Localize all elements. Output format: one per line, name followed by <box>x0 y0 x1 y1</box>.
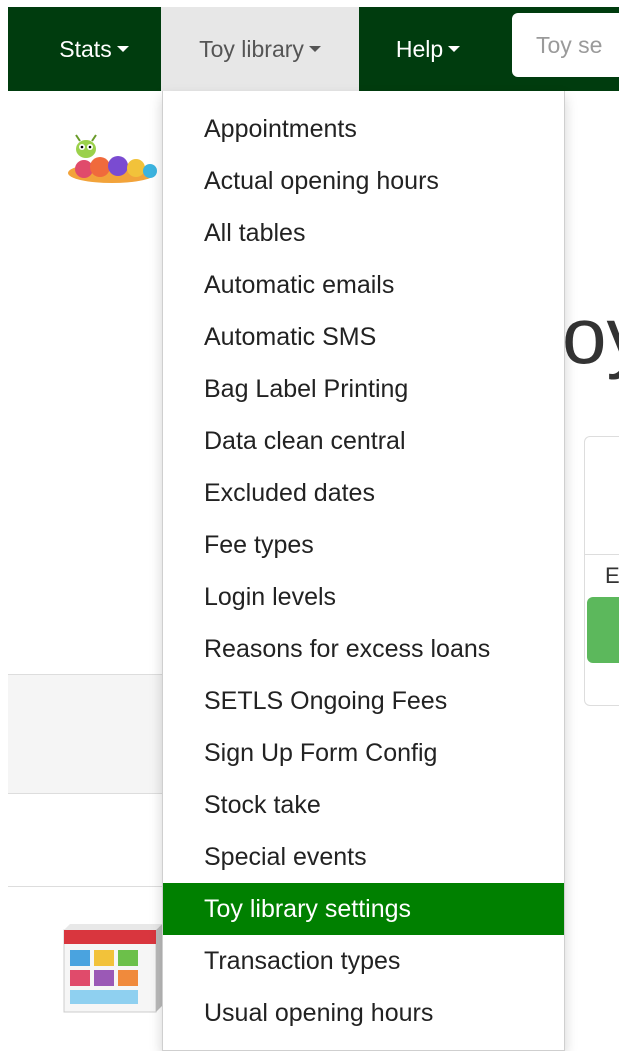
menu-item-bag-label-printing[interactable]: Bag Label Printing <box>163 363 564 415</box>
menu-item-label: Transaction types <box>204 946 401 975</box>
menu-item-label: Fee types <box>204 530 314 559</box>
menu-item-automatic-emails[interactable]: Automatic emails <box>163 259 564 311</box>
menu-item-label: Actual opening hours <box>204 166 439 195</box>
menu-item-label: Data clean central <box>204 426 406 455</box>
nav-stats-label: Stats <box>59 35 112 62</box>
toy-library-dropdown-menu: Appointments Actual opening hours All tabl… <box>162 91 565 1051</box>
nav-help-dropdown[interactable]: Help <box>374 7 482 91</box>
menu-item-data-clean-central[interactable]: Data clean central <box>163 415 564 467</box>
menu-item-label: Automatic emails <box>204 270 395 299</box>
caret-down-icon <box>116 46 129 52</box>
nav-help-label: Help <box>395 35 444 62</box>
menu-item-usual-opening-hours[interactable]: Usual opening hours <box>163 987 564 1039</box>
background-panel: E <box>584 436 619 706</box>
menu-item-label: SETLS Ongoing Fees <box>204 686 448 715</box>
menu-item-label: Bag Label Printing <box>204 374 409 403</box>
menu-item-login-levels[interactable]: Login levels <box>163 571 564 623</box>
menu-item-label: Login levels <box>204 582 337 611</box>
menu-item-transaction-types[interactable]: Transaction types <box>163 935 564 987</box>
panel-text: E <box>605 563 619 588</box>
toy-thumbnail-image[interactable] <box>58 910 163 1020</box>
menu-item-all-tables[interactable]: All tables <box>163 207 564 259</box>
search-placeholder: Toy se <box>536 31 603 58</box>
divider <box>8 886 168 887</box>
menu-item-actual-opening-hours[interactable]: Actual opening hours <box>163 155 564 207</box>
menu-item-toy-library-settings[interactable]: Toy library settings <box>163 883 564 935</box>
menu-item-label: Toy library settings <box>204 894 412 923</box>
nav-toy-library-label: Toy library <box>199 35 304 62</box>
menu-item-setls-ongoing-fees[interactable]: SETLS Ongoing Fees <box>163 675 564 727</box>
menu-item-special-events[interactable]: Special events <box>163 831 564 883</box>
menu-item-automatic-sms[interactable]: Automatic SMS <box>163 311 564 363</box>
success-button[interactable] <box>587 597 619 663</box>
toy-search-input[interactable]: Toy se <box>512 13 619 77</box>
menu-item-label: All tables <box>204 218 306 247</box>
menu-item-appointments[interactable]: Appointments <box>163 103 564 155</box>
menu-item-label: Usual opening hours <box>204 998 434 1027</box>
table-header-band <box>8 674 168 794</box>
nav-stats-dropdown[interactable]: Stats <box>46 7 142 91</box>
top-navbar: Stats Toy library Help Toy se <box>8 7 619 91</box>
menu-item-label: Reasons for excess loans <box>204 634 491 663</box>
caret-down-icon <box>308 46 321 52</box>
menu-item-label: Stock take <box>204 790 321 819</box>
toy-library-logo <box>68 134 157 183</box>
panel-divider <box>585 554 619 555</box>
menu-item-label: Special events <box>204 842 367 871</box>
menu-item-fee-types[interactable]: Fee types <box>163 519 564 571</box>
menu-item-label: Excluded dates <box>204 478 375 507</box>
menu-item-label: Automatic SMS <box>204 322 377 351</box>
caret-down-icon <box>448 46 461 52</box>
menu-item-stock-take[interactable]: Stock take <box>163 779 564 831</box>
page-heading-fragment: oy <box>562 291 619 380</box>
menu-item-label: Sign Up Form Config <box>204 738 438 767</box>
menu-item-sign-up-form-config[interactable]: Sign Up Form Config <box>163 727 564 779</box>
menu-item-reasons-for-excess-loans[interactable]: Reasons for excess loans <box>163 623 564 675</box>
menu-item-label: Appointments <box>204 114 357 143</box>
menu-item-excluded-dates[interactable]: Excluded dates <box>163 467 564 519</box>
nav-toy-library-dropdown[interactable]: Toy library <box>161 7 359 91</box>
